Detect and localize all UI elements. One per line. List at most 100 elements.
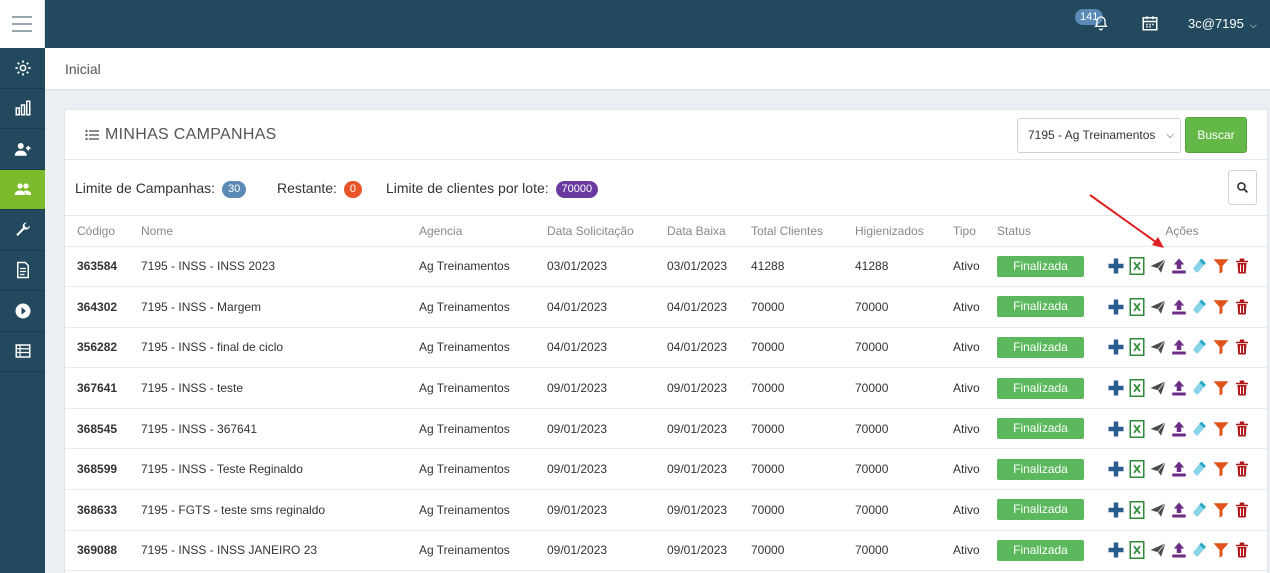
remaining-label: Restante: bbox=[277, 180, 337, 196]
table-search-button[interactable] bbox=[1228, 170, 1257, 205]
filter-icon[interactable] bbox=[1212, 420, 1230, 438]
upload-icon[interactable] bbox=[1170, 501, 1188, 519]
col-data-solicitacao[interactable]: Data Solicitação bbox=[535, 216, 655, 247]
clean-icon[interactable] bbox=[1191, 379, 1209, 397]
upload-icon[interactable] bbox=[1170, 298, 1188, 316]
trash-icon[interactable] bbox=[1233, 420, 1251, 438]
cell-total-clientes: 70000 bbox=[739, 448, 843, 491]
excel-icon[interactable] bbox=[1128, 297, 1146, 316]
filter-icon[interactable] bbox=[1212, 501, 1230, 519]
row-actions bbox=[1107, 460, 1267, 479]
col-acoes: Ações bbox=[1097, 216, 1267, 247]
cell-data-solicitacao: 04/01/2023 bbox=[535, 286, 655, 328]
excel-icon[interactable] bbox=[1128, 541, 1146, 560]
excel-icon[interactable] bbox=[1128, 257, 1146, 276]
cell-agencia: Ag Treinamentos bbox=[407, 286, 535, 328]
sidebar-item-add-user[interactable] bbox=[0, 129, 45, 170]
send-icon[interactable] bbox=[1149, 298, 1167, 316]
excel-icon[interactable] bbox=[1128, 460, 1146, 479]
plus-icon[interactable] bbox=[1107, 420, 1125, 438]
send-icon[interactable] bbox=[1149, 257, 1167, 275]
sidebar-item-media[interactable] bbox=[0, 291, 45, 332]
clean-icon[interactable] bbox=[1191, 501, 1209, 519]
sidebar-item-users[interactable] bbox=[0, 169, 45, 210]
filter-icon[interactable] bbox=[1212, 379, 1230, 397]
sidebar-item-settings[interactable] bbox=[0, 48, 45, 89]
clean-icon[interactable] bbox=[1191, 298, 1209, 316]
cell-acoes bbox=[1097, 408, 1267, 450]
cell-codigo: 368545 bbox=[65, 408, 129, 450]
plus-icon[interactable] bbox=[1107, 460, 1125, 478]
user-name: 3c@7195 bbox=[1188, 16, 1244, 31]
sidebar-item-list[interactable] bbox=[0, 332, 45, 372]
upload-icon[interactable] bbox=[1170, 257, 1188, 275]
upload-icon[interactable] bbox=[1170, 338, 1188, 356]
trash-icon[interactable] bbox=[1233, 257, 1251, 275]
bell-icon bbox=[1094, 16, 1108, 31]
cell-total-clientes: 70000 bbox=[739, 367, 843, 409]
list-icon bbox=[15, 344, 30, 358]
send-icon[interactable] bbox=[1149, 420, 1167, 438]
clean-icon[interactable] bbox=[1191, 541, 1209, 559]
row-actions bbox=[1107, 500, 1267, 519]
clean-icon[interactable] bbox=[1191, 420, 1209, 438]
col-total-clientes[interactable]: Total Clientes bbox=[739, 216, 843, 247]
col-status[interactable]: Status bbox=[985, 216, 1097, 247]
filter-icon[interactable] bbox=[1212, 460, 1230, 478]
calendar-icon[interactable] bbox=[1141, 14, 1159, 32]
chevron-down-icon: ⌵ bbox=[1249, 20, 1257, 30]
sidebar-item-tools[interactable] bbox=[0, 210, 45, 251]
filter-icon[interactable] bbox=[1212, 541, 1230, 559]
excel-icon[interactable] bbox=[1128, 338, 1146, 357]
send-icon[interactable] bbox=[1149, 541, 1167, 559]
upload-icon[interactable] bbox=[1170, 379, 1188, 397]
col-agencia[interactable]: Agencia bbox=[407, 216, 535, 247]
plus-icon[interactable] bbox=[1107, 338, 1125, 356]
col-nome[interactable]: Nome bbox=[129, 216, 407, 247]
col-codigo[interactable]: Código bbox=[65, 216, 129, 247]
excel-icon[interactable] bbox=[1128, 500, 1146, 519]
clean-icon[interactable] bbox=[1191, 338, 1209, 356]
notifications-button[interactable]: 141 bbox=[1075, 9, 1123, 38]
col-higienizados[interactable]: Higienizados bbox=[843, 216, 941, 247]
send-icon[interactable] bbox=[1149, 338, 1167, 356]
trash-icon[interactable] bbox=[1233, 379, 1251, 397]
plus-icon[interactable] bbox=[1107, 257, 1125, 275]
send-icon[interactable] bbox=[1149, 379, 1167, 397]
add-user-icon bbox=[14, 142, 30, 156]
sidebar-item-documents[interactable] bbox=[0, 251, 45, 291]
user-menu[interactable]: 3c@7195 ⌵ bbox=[1188, 16, 1257, 31]
cell-data-solicitacao: 09/01/2023 bbox=[535, 530, 655, 572]
status-badge: Finalizada bbox=[997, 296, 1084, 318]
sidebar-item-reports[interactable] bbox=[0, 89, 45, 129]
col-data-baixa[interactable]: Data Baixa bbox=[655, 216, 739, 247]
plus-icon[interactable] bbox=[1107, 501, 1125, 519]
agency-select[interactable]: 7195 - Ag Treinamentos ⌵ bbox=[1017, 118, 1181, 153]
trash-icon[interactable] bbox=[1233, 460, 1251, 478]
plus-icon[interactable] bbox=[1107, 298, 1125, 316]
menu-toggle-button[interactable] bbox=[0, 0, 45, 48]
trash-icon[interactable] bbox=[1233, 298, 1251, 316]
upload-icon[interactable] bbox=[1170, 420, 1188, 438]
col-tipo[interactable]: Tipo bbox=[941, 216, 985, 247]
trash-icon[interactable] bbox=[1233, 501, 1251, 519]
cell-data-solicitacao: 04/01/2023 bbox=[535, 327, 655, 369]
upload-icon[interactable] bbox=[1170, 460, 1188, 478]
send-icon[interactable] bbox=[1149, 501, 1167, 519]
clean-icon[interactable] bbox=[1191, 460, 1209, 478]
filter-icon[interactable] bbox=[1212, 257, 1230, 275]
trash-icon[interactable] bbox=[1233, 541, 1251, 559]
row-actions bbox=[1107, 419, 1267, 438]
trash-icon[interactable] bbox=[1233, 338, 1251, 356]
send-icon[interactable] bbox=[1149, 460, 1167, 478]
plus-icon[interactable] bbox=[1107, 379, 1125, 397]
upload-icon[interactable] bbox=[1170, 541, 1188, 559]
excel-icon[interactable] bbox=[1128, 379, 1146, 398]
clean-icon[interactable] bbox=[1191, 257, 1209, 275]
filter-icon[interactable] bbox=[1212, 338, 1230, 356]
cell-agencia: Ag Treinamentos bbox=[407, 530, 535, 572]
plus-icon[interactable] bbox=[1107, 541, 1125, 559]
search-button[interactable]: Buscar bbox=[1185, 117, 1247, 153]
excel-icon[interactable] bbox=[1128, 419, 1146, 438]
filter-icon[interactable] bbox=[1212, 298, 1230, 316]
